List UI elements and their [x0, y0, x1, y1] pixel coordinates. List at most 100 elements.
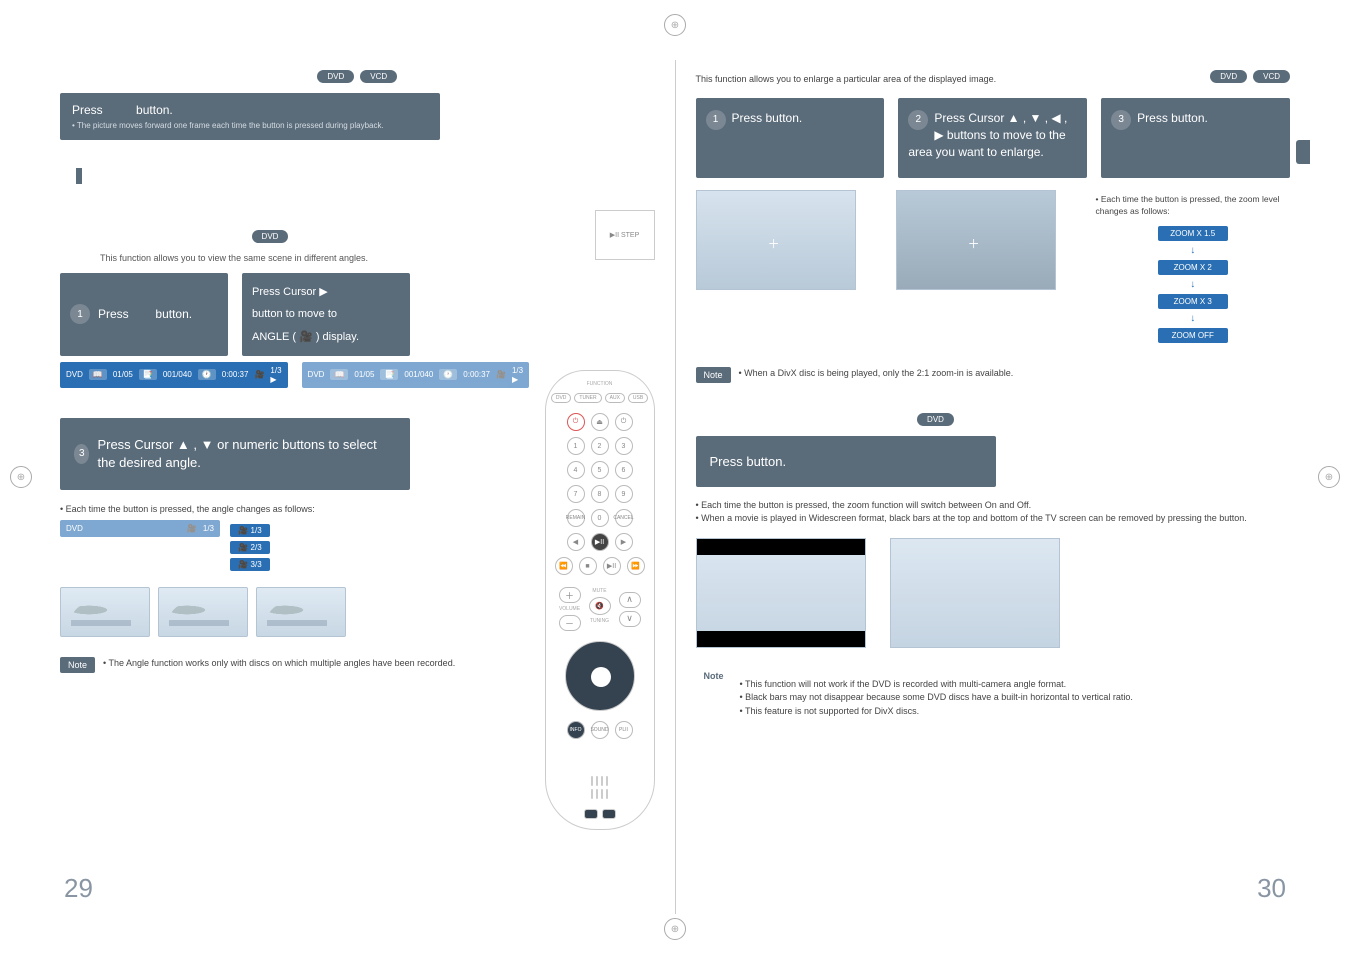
remote-func-aux[interactable]: AUX: [605, 393, 625, 403]
remote-next-button[interactable]: ▶: [615, 533, 633, 551]
osd-title: 01/05: [113, 370, 133, 379]
remote-num-9[interactable]: 9: [615, 485, 633, 503]
remote-func-tuner[interactable]: TUNER: [574, 393, 601, 403]
remote-open-close-button[interactable]: ⏏: [591, 413, 609, 431]
angle-note-text: • The Angle function works only with dis…: [103, 657, 455, 670]
remote-tiny-2[interactable]: [596, 776, 598, 786]
remote-tiny-3[interactable]: [601, 776, 603, 786]
step-title-suffix: button.: [136, 103, 173, 117]
remote-vol-up[interactable]: ＋: [559, 587, 581, 603]
angle-chip-1: 🎥 1/3: [230, 524, 270, 537]
dvd-badge-zoom: DVD: [1210, 70, 1247, 83]
ezview-pic-full: [890, 538, 1060, 648]
ezview-step-text: Press button.: [710, 454, 787, 469]
remote-play-pause-button[interactable]: ▶II: [603, 557, 621, 575]
remote-rewind-button[interactable]: ⏪: [555, 557, 573, 575]
zoom-num-1: 1: [706, 110, 726, 130]
angle-step2-l1: Press Cursor ▶: [252, 285, 328, 299]
ezview-note-tag: Note: [696, 668, 732, 684]
remote-vol-down[interactable]: －: [559, 615, 581, 631]
zoom-level-2: ZOOM X 2: [1158, 260, 1228, 275]
remote-num-5[interactable]: 5: [591, 461, 609, 479]
remote-ezview-button[interactable]: [602, 809, 616, 819]
remote-num-0[interactable]: 0: [591, 509, 609, 527]
remote-tv-power-button[interactable]: ⏻: [615, 413, 633, 431]
zoom-step-1: 1 Press button.: [696, 98, 885, 178]
remote-power-button[interactable]: ⏻: [567, 413, 585, 431]
zoom-level-3: ZOOM X 3: [1158, 294, 1228, 309]
remote-tiny-6[interactable]: [596, 789, 598, 799]
angle-step1: 1 Press button.: [60, 273, 228, 356]
osd-angle-2: 1/3 ▶: [512, 366, 523, 384]
osd-disc: DVD: [66, 370, 83, 379]
remote-num-1[interactable]: 1: [567, 437, 585, 455]
zoom-num-2: 2: [908, 110, 928, 130]
disc-badges: DVD VCD: [60, 70, 655, 83]
remote-tiny-8[interactable]: [606, 789, 608, 799]
angle-val-3: 3/3: [251, 560, 262, 569]
remote-plii-button[interactable]: PLII: [615, 721, 633, 739]
remote-tiny-5[interactable]: [591, 789, 593, 799]
crop-mark-left: ⊕: [10, 466, 32, 488]
angle-step1-gap: [132, 307, 152, 321]
angle-intro: This function allows you to view the sam…: [100, 253, 655, 263]
section-tab: [76, 168, 82, 184]
vcd-badge-zoom: VCD: [1253, 70, 1290, 83]
zoom-pic-2: ＋: [896, 190, 1056, 290]
ez-note-1: • This function will not work if the DVD…: [740, 678, 1133, 692]
zoom-note-box: Note • When a DivX disc is being played,…: [696, 367, 1291, 383]
remote-tiny-7[interactable]: [601, 789, 603, 799]
remote-ff-button[interactable]: ⏩: [627, 557, 645, 575]
remote-num-2[interactable]: 2: [591, 437, 609, 455]
remote-num-6[interactable]: 6: [615, 461, 633, 479]
remote-info-button[interactable]: INFO: [567, 721, 585, 739]
zoom-intro: This function allows you to enlarge a pa…: [696, 74, 1191, 84]
disc-badges-angle: DVD: [240, 230, 300, 243]
remote-cancel-button[interactable]: CANCEL: [615, 509, 633, 527]
remote-step-closeup: ▶II STEP: [595, 210, 655, 260]
cross-icon-2: ＋: [968, 235, 980, 252]
remote-prev-button[interactable]: ◀: [567, 533, 585, 551]
note-tag: Note: [60, 657, 95, 673]
osd-mini-angle: 1/3: [203, 524, 214, 533]
remote-tune-down[interactable]: ∨: [619, 611, 641, 627]
osd-time-2: 0:00:37: [463, 370, 490, 379]
remote-remain-button[interactable]: REMAIN: [567, 509, 585, 527]
ez-bullet-1: • Each time the button is pressed, the z…: [696, 499, 1291, 513]
remote-zoom-button[interactable]: [584, 809, 598, 819]
remote-func-dvd[interactable]: DVD: [551, 393, 572, 403]
osd-title-2: 01/05: [354, 370, 374, 379]
osd-chapter-2: 001/040: [404, 370, 433, 379]
osd-clock-icon: 🕐: [198, 369, 216, 380]
zoom-info-heading: • Each time the button is pressed, the z…: [1096, 194, 1291, 218]
remote-tiny-1[interactable]: [591, 776, 593, 786]
remote-bottom-row: [584, 809, 616, 819]
remote-step-button[interactable]: ▶II: [591, 533, 609, 551]
remote-sound-button[interactable]: SOUND: [591, 721, 609, 739]
zoom-num-3: 3: [1111, 110, 1131, 130]
angle-step2-l3: ANGLE ( 🎥 ) display.: [252, 330, 359, 344]
remote-num-7[interactable]: 7: [567, 485, 585, 503]
osd-mini: DVD 🎥 1/3: [60, 520, 220, 537]
ezview-badges: DVD: [906, 413, 966, 426]
camera-icon: 🎥: [254, 370, 264, 379]
remote-func-usb[interactable]: USB: [628, 393, 648, 403]
ezview-bullets: • Each time the button is pressed, the z…: [696, 499, 1291, 526]
remote-mute-button[interactable]: 🔇: [589, 597, 611, 615]
page-right: This function allows you to enlarge a pa…: [676, 60, 1311, 914]
vcd-badge: VCD: [360, 70, 397, 83]
angle-wide-text: Press Cursor ▲ , ▼ or numeric buttons to…: [97, 436, 396, 472]
remote-num-8[interactable]: 8: [591, 485, 609, 503]
remote-stop-button[interactable]: ■: [579, 557, 597, 575]
remote-dpad[interactable]: [565, 641, 635, 711]
remote-tune-up[interactable]: ∧: [619, 592, 641, 608]
step-press-button-box: Press button. • The picture moves forwar…: [60, 93, 440, 140]
osd-title-icon-2: 📖: [330, 369, 348, 380]
zoom-step-2: 2 Press Cursor ▲ , ▼ , ◀ , ▶ buttons to …: [898, 98, 1087, 178]
step-number-3: 3: [74, 444, 89, 464]
remote-tiny-4[interactable]: [606, 776, 608, 786]
angle-val-1: 1/3: [251, 526, 262, 535]
remote-num-4[interactable]: 4: [567, 461, 585, 479]
remote-num-3[interactable]: 3: [615, 437, 633, 455]
arrow-down-icon: ↓: [1190, 245, 1195, 256]
